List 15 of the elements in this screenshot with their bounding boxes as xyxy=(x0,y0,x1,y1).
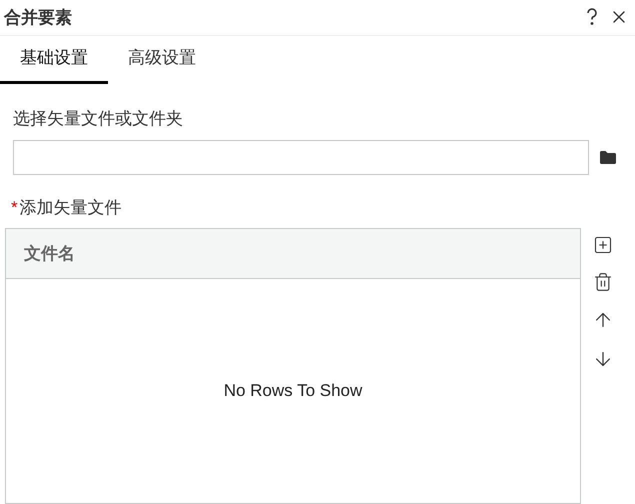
empty-message: No Rows To Show xyxy=(224,380,362,402)
tab[interactable]: 基础设置 xyxy=(0,36,108,84)
table-label: 添加矢量文件 xyxy=(20,196,122,218)
help-icon xyxy=(586,8,598,26)
required-mark: * xyxy=(11,196,18,218)
delete-button[interactable] xyxy=(593,272,613,292)
tab[interactable]: 高级设置 xyxy=(108,36,216,84)
column-header: 文件名 xyxy=(24,242,75,265)
path-input-field[interactable] xyxy=(13,140,589,174)
field-label: 选择矢量文件或文件夹 xyxy=(13,108,183,128)
add-icon xyxy=(593,235,613,255)
add-button[interactable] xyxy=(593,235,613,255)
trash-icon xyxy=(593,272,613,292)
folder-icon xyxy=(600,150,616,164)
window-title: 合并要素 xyxy=(4,6,72,29)
